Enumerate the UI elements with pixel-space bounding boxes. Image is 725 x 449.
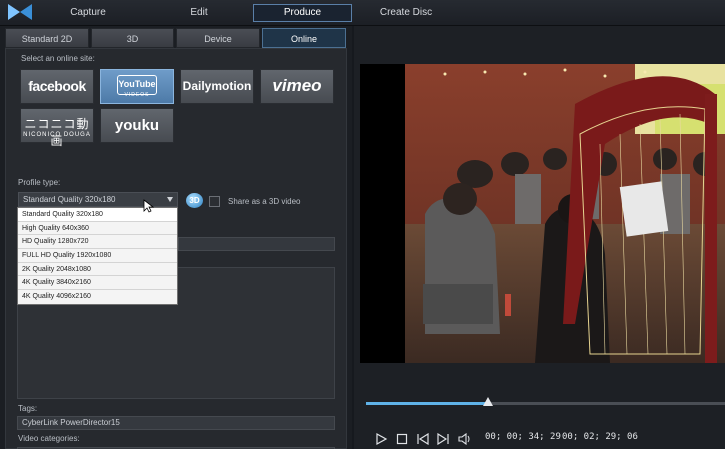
tab-3d[interactable]: 3D bbox=[91, 28, 174, 48]
mouse-cursor-icon bbox=[143, 199, 155, 213]
tags-input[interactable]: CyberLink PowerDirector15 bbox=[17, 416, 335, 430]
tab-online[interactable]: Online bbox=[262, 28, 346, 48]
top-navigation-bar: Capture Edit Produce Create Disc bbox=[0, 0, 725, 26]
profile-option[interactable]: HD Quality 1280x720 bbox=[18, 235, 177, 250]
youtube-logo-text: YouTube bbox=[118, 79, 156, 89]
profile-type-label: Profile type: bbox=[18, 178, 61, 187]
seek-bar[interactable] bbox=[366, 397, 725, 406]
tab-device[interactable]: Device bbox=[176, 28, 260, 48]
site-facebook-button[interactable]: facebook bbox=[20, 69, 94, 104]
preview-panel: 00; 00; 34; 29 00; 02; 29; 06 bbox=[354, 26, 725, 449]
video-categories-label: Video categories: bbox=[18, 434, 80, 443]
play-icon[interactable] bbox=[374, 433, 388, 445]
youtube-logo-subtext: VIDEOS bbox=[124, 92, 150, 98]
total-duration-timecode: 00; 02; 29; 06 bbox=[562, 432, 638, 442]
profile-selected-value: Standard Quality 320x180 bbox=[23, 195, 116, 204]
video-preview bbox=[360, 64, 725, 363]
share-3d-label: Share as a 3D video bbox=[228, 197, 301, 206]
tab-standard-2d[interactable]: Standard 2D bbox=[5, 28, 89, 48]
produce-settings-panel: Standard 2D 3D Device Online Select an o… bbox=[0, 26, 352, 449]
site-youtube-button[interactable]: YouTube VIDEOS bbox=[100, 69, 174, 104]
profile-option[interactable]: High Quality 640x360 bbox=[18, 222, 177, 236]
powerdirector-window: Capture Edit Produce Create Disc Standar… bbox=[0, 0, 725, 449]
profile-option[interactable]: 4K Quality 3840x2160 bbox=[18, 276, 177, 291]
profile-type-dropdown-list: Standard Quality 320x180 High Quality 64… bbox=[17, 207, 178, 305]
current-timecode: 00; 00; 34; 29 bbox=[485, 432, 561, 442]
site-dailymotion-button[interactable]: Dailymotion bbox=[180, 69, 254, 104]
seek-handle[interactable] bbox=[483, 397, 494, 406]
video-frame-image bbox=[405, 64, 725, 363]
profile-option[interactable]: FULL HD Quality 1920x1080 bbox=[18, 249, 177, 263]
tab-capture[interactable]: Capture bbox=[54, 4, 122, 22]
title-input[interactable] bbox=[178, 237, 335, 251]
cyberlink-logo-icon[interactable] bbox=[6, 2, 34, 22]
site-vimeo-button[interactable]: vimeo bbox=[260, 69, 334, 104]
online-settings-content: Select an online site: facebook YouTube … bbox=[5, 48, 347, 449]
chevron-down-icon bbox=[167, 197, 173, 202]
tags-label: Tags: bbox=[18, 404, 38, 413]
3d-badge-icon: 3D bbox=[186, 193, 203, 208]
select-site-label: Select an online site: bbox=[21, 54, 95, 63]
tab-edit[interactable]: Edit bbox=[166, 4, 232, 22]
stop-icon[interactable] bbox=[395, 433, 409, 445]
site-niconico-button[interactable]: ニコニコ動画 NICONICO DOUGA bbox=[20, 108, 94, 148]
seek-bar-progress bbox=[366, 402, 489, 405]
previous-frame-icon[interactable] bbox=[416, 433, 430, 445]
tab-create-disc[interactable]: Create Disc bbox=[370, 4, 442, 22]
site-youku-button[interactable]: youku bbox=[100, 108, 174, 143]
profile-option[interactable]: 4K Quality 4096x2160 bbox=[18, 290, 177, 304]
next-frame-icon[interactable] bbox=[436, 433, 450, 445]
profile-option[interactable]: 2K Quality 2048x1080 bbox=[18, 263, 177, 277]
niconico-logo-subtext: NICONICO DOUGA bbox=[23, 132, 91, 138]
volume-icon[interactable] bbox=[458, 433, 472, 445]
share-3d-checkbox[interactable] bbox=[209, 196, 220, 207]
tab-produce[interactable]: Produce bbox=[253, 4, 352, 22]
